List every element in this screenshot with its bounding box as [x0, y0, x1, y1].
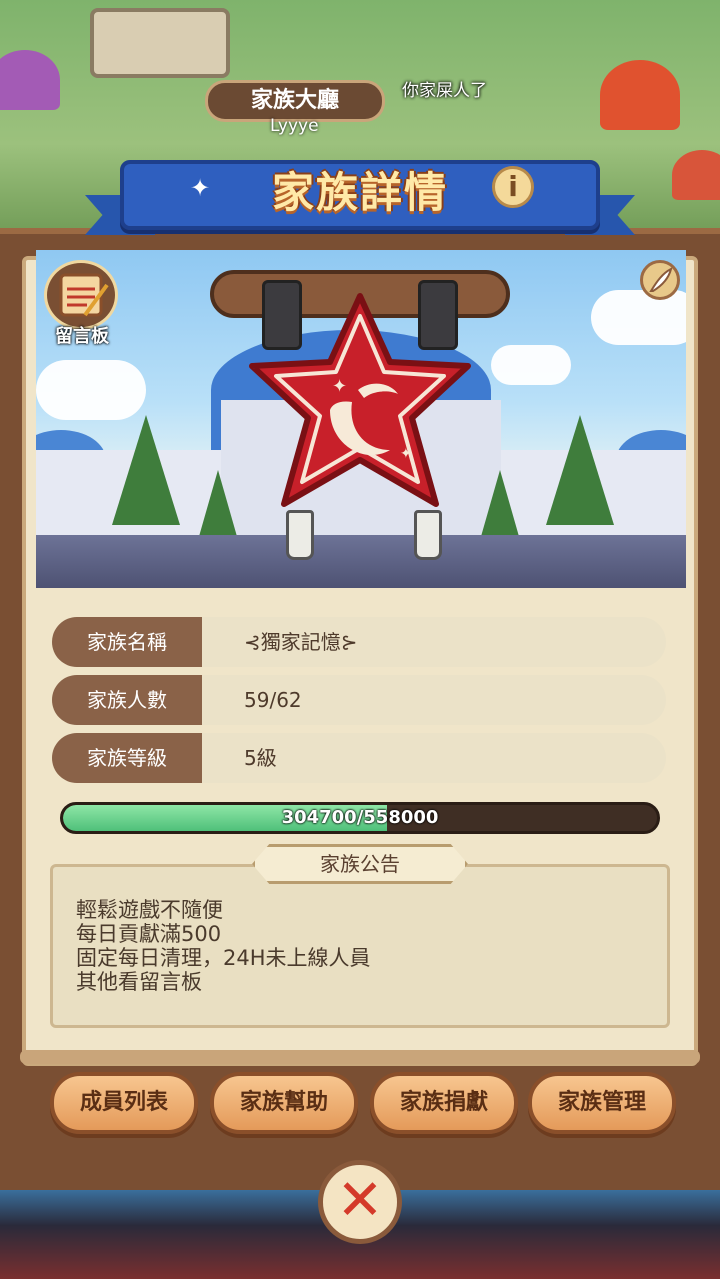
family-name-value: ⊰獨家記憶⊱ — [244, 630, 358, 654]
cloud — [491, 345, 571, 385]
family-help-button[interactable]: 家族幫助 — [210, 1072, 358, 1134]
family-donate-button[interactable]: 家族捐獻 — [370, 1072, 518, 1134]
family-level-row: 家族等級 5級 — [52, 733, 666, 783]
cloud — [591, 290, 686, 345]
info-icon[interactable]: i — [492, 166, 534, 208]
family-manage-button[interactable]: 家族管理 — [528, 1072, 676, 1134]
family-emblem-icon: ✦ ✦ — [249, 293, 471, 507]
close-button[interactable]: ✕ — [318, 1160, 402, 1244]
family-members-row: 家族人數 59/62 — [52, 675, 666, 725]
svg-text:✦: ✦ — [332, 376, 347, 397]
notice-title: 家族公告 — [252, 844, 468, 884]
notepad-icon — [59, 273, 109, 317]
edit-emblem-icon[interactable] — [640, 260, 680, 300]
tree — [480, 470, 520, 540]
row-label: 家族等級 — [52, 733, 202, 783]
chat-bubble-text: 你家屎人了 — [402, 81, 487, 101]
notice-text: 輕鬆遊戲不隨便 每日貢獻滿500 固定每日清理，24H未上線人員 其他看留言板 — [76, 898, 371, 994]
emblem-tassel — [286, 510, 314, 560]
member-list-button[interactable]: 成員列表 — [50, 1072, 198, 1134]
row-label: 家族名稱 — [52, 617, 202, 667]
bulletin-board-button[interactable] — [44, 260, 118, 330]
quill-icon — [649, 267, 673, 292]
mushroom-house-icon — [672, 150, 720, 200]
family-name-row: 家族名稱 ⊰獨家記憶⊱ — [52, 617, 666, 667]
family-level-value: 5級 — [244, 746, 277, 770]
family-exp-progress-bar: 304700/558000 — [60, 802, 660, 834]
player-name: Lyyye — [270, 116, 319, 136]
progress-text: 304700/558000 — [281, 807, 439, 828]
cloud — [36, 360, 146, 420]
tree — [198, 470, 238, 540]
row-label: 家族人數 — [52, 675, 202, 725]
tree — [112, 415, 180, 525]
mushroom-house-icon — [600, 60, 680, 130]
family-members-value: 59/62 — [244, 688, 302, 712]
mushroom-house-icon — [0, 50, 60, 110]
emblem-tassel — [414, 510, 442, 560]
bulletin-board-label[interactable]: 留言板 — [40, 322, 124, 348]
button-shelf — [20, 1050, 700, 1064]
tree — [546, 415, 614, 525]
stone-building — [90, 8, 230, 78]
svg-text:✦: ✦ — [400, 446, 412, 462]
plaza-ground — [36, 535, 686, 588]
action-buttons: 成員列表 家族幫助 家族捐獻 家族管理 — [0, 1072, 720, 1136]
